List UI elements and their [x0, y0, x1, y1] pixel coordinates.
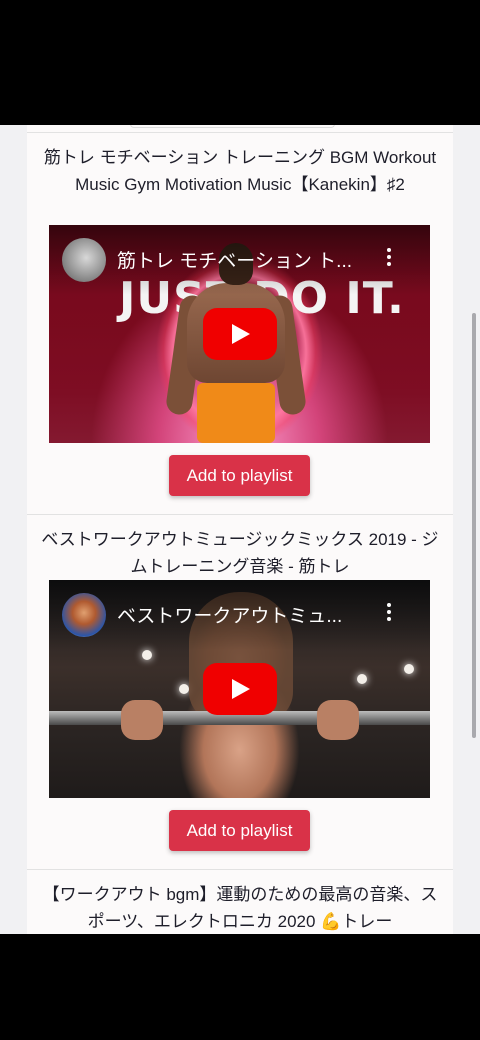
play-icon: [232, 679, 250, 699]
more-vert-icon[interactable]: [382, 600, 396, 626]
play-button[interactable]: [203, 663, 277, 715]
video-title: 【ワークアウト bgm】運動のための最高の音楽、スポーツ、エレクトロニカ 202…: [42, 885, 438, 931]
previous-button-edge: [130, 125, 335, 128]
add-to-playlist-button[interactable]: Add to playlist: [169, 455, 310, 496]
video-title: 筋トレ モチベーション トレーニング BGM Workout Music Gym…: [43, 148, 437, 194]
card-divider: [27, 132, 453, 133]
page-scrollbar[interactable]: [472, 313, 476, 738]
youtube-embed-player[interactable]: ベストワークアウトミュ...: [49, 580, 430, 798]
add-to-playlist-button[interactable]: Add to playlist: [169, 810, 310, 851]
player-video-title[interactable]: ベストワークアウトミュ...: [117, 601, 377, 628]
video-list: . 筋トレ モチベーション トレーニング BGM Workout Music G…: [27, 125, 453, 934]
page-viewport: . 筋トレ モチベーション トレーニング BGM Workout Music G…: [0, 125, 480, 934]
player-video-title[interactable]: 筋トレ モチベーション ト...: [117, 246, 377, 273]
navigation-bar-area: [0, 934, 480, 1040]
play-icon: [232, 324, 250, 344]
more-vert-icon[interactable]: [382, 245, 396, 271]
video-title: ベストワークアウトミュージックミックス 2019 - ジムトレーニング音楽 - …: [41, 530, 439, 576]
play-button[interactable]: [203, 308, 277, 360]
stub-mark: .: [389, 125, 392, 128]
channel-avatar[interactable]: [62, 238, 106, 282]
channel-avatar[interactable]: [62, 593, 106, 637]
youtube-embed-player[interactable]: JUST DO IT. 筋トレ モチベーション ト...: [49, 225, 430, 443]
card-divider: [27, 869, 453, 870]
card-divider: [27, 514, 453, 515]
status-bar-area: [0, 0, 480, 125]
